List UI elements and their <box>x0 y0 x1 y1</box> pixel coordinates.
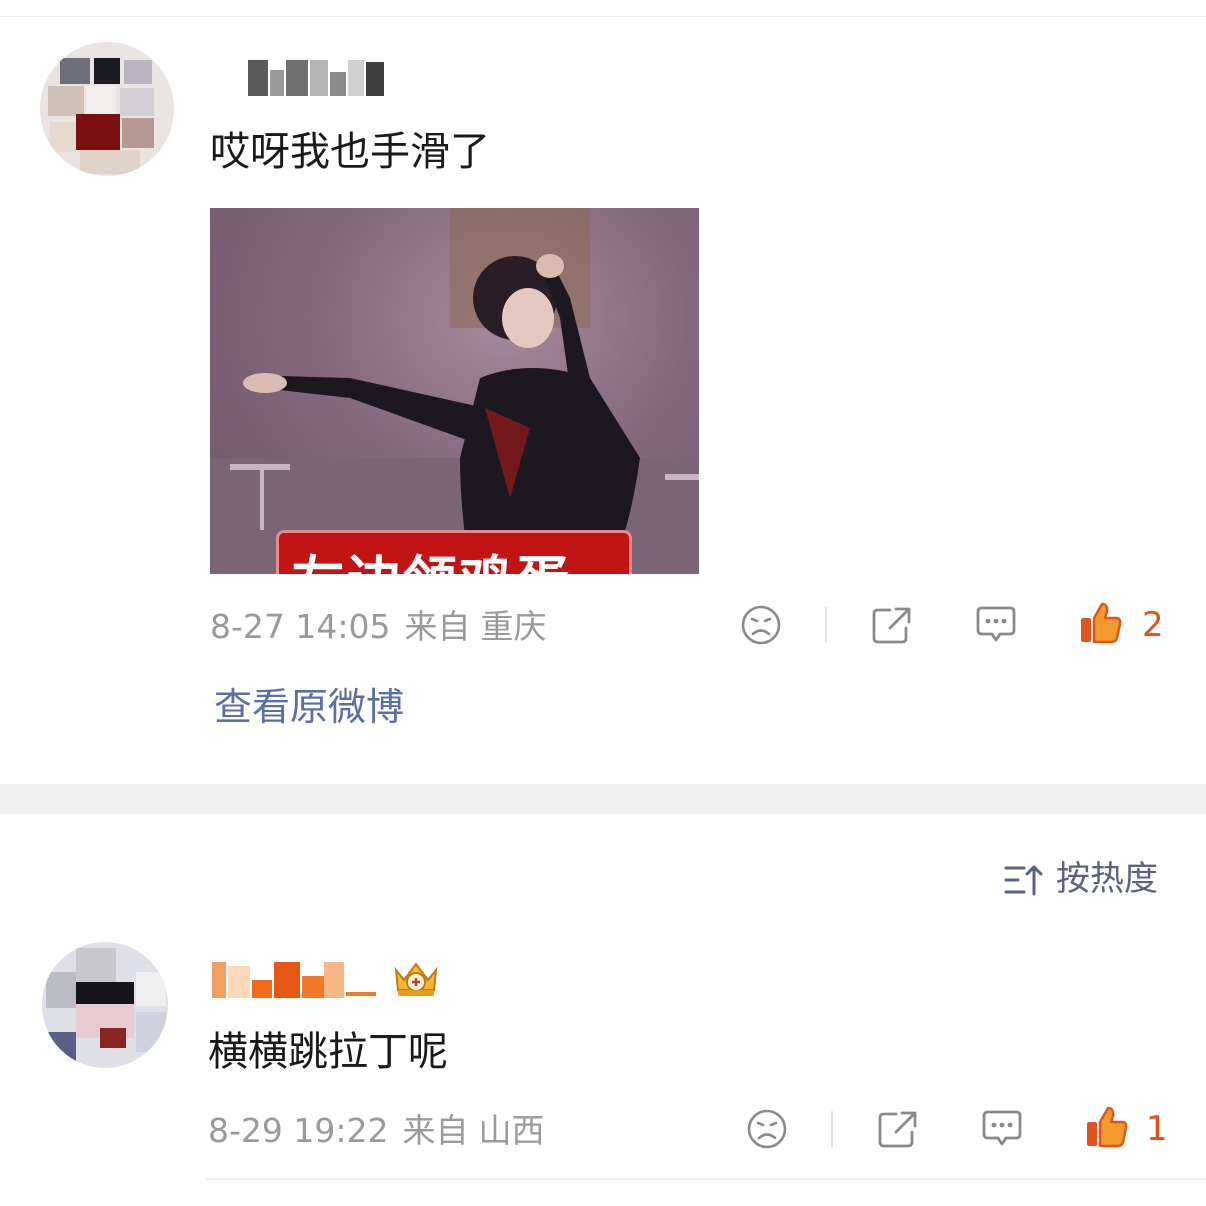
comment-button[interactable] <box>980 1108 1024 1150</box>
like-button[interactable]: 1 <box>1084 1104 1170 1152</box>
comment-icon <box>976 606 1016 642</box>
comment-source-prefix: 来自 <box>402 1111 469 1150</box>
comment-icon <box>982 1110 1022 1146</box>
view-original-link[interactable]: 查看原微博 <box>214 688 404 726</box>
comment-meta: 8-27 14:05 来自 重庆 <box>210 610 561 643</box>
share-button[interactable] <box>870 604 914 646</box>
action-divider <box>825 607 827 643</box>
sort-label: 按热度 <box>1056 859 1158 899</box>
username-blurred[interactable] <box>212 962 382 1002</box>
comment-location: 山西 <box>478 1111 545 1150</box>
comment-text: 横横跳拉丁呢 <box>208 1029 448 1075</box>
crown-badge-button[interactable] <box>388 958 444 1002</box>
like-button[interactable]: 2 <box>1078 600 1168 648</box>
comment-meta: 8-29 19:22 来自 山西 <box>208 1114 559 1147</box>
bottom-divider <box>206 1178 1206 1180</box>
share-icon <box>872 607 911 644</box>
dislike-button[interactable] <box>740 604 782 646</box>
avatar[interactable] <box>42 942 168 1068</box>
comment-source-prefix: 来自 <box>404 607 471 646</box>
action-divider <box>831 1111 833 1147</box>
top-divider <box>0 16 1206 17</box>
avatar[interactable] <box>40 42 174 176</box>
comment-image[interactable]: 左边领鸡蛋 <box>210 208 699 574</box>
thumbs-up-icon <box>1087 1106 1128 1148</box>
like-count: 2 <box>1142 605 1164 645</box>
like-count: 1 <box>1146 1109 1168 1149</box>
dislike-face-icon <box>741 605 781 645</box>
thumbs-up-icon <box>1081 602 1122 644</box>
crown-badge-icon <box>394 962 438 996</box>
sort-by-hot-button[interactable]: 按热度 <box>1004 860 1164 900</box>
comment-date: 8-27 14:05 <box>210 607 391 646</box>
dislike-button[interactable] <box>746 1108 788 1150</box>
dislike-face-icon <box>747 1109 787 1149</box>
image-caption: 左边领鸡蛋 <box>291 537 571 574</box>
comment-date: 8-29 19:22 <box>208 1111 389 1150</box>
sort-icon <box>1004 865 1043 896</box>
section-separator <box>0 784 1206 814</box>
comment-button[interactable] <box>974 604 1018 646</box>
username-blurred[interactable] <box>248 60 398 100</box>
image-caption-box: 左边领鸡蛋 <box>276 530 632 574</box>
share-button[interactable] <box>876 1108 920 1150</box>
comment-location: 重庆 <box>480 607 547 646</box>
share-icon <box>878 1111 917 1148</box>
comment-text: 哎呀我也手滑了 <box>210 129 490 175</box>
